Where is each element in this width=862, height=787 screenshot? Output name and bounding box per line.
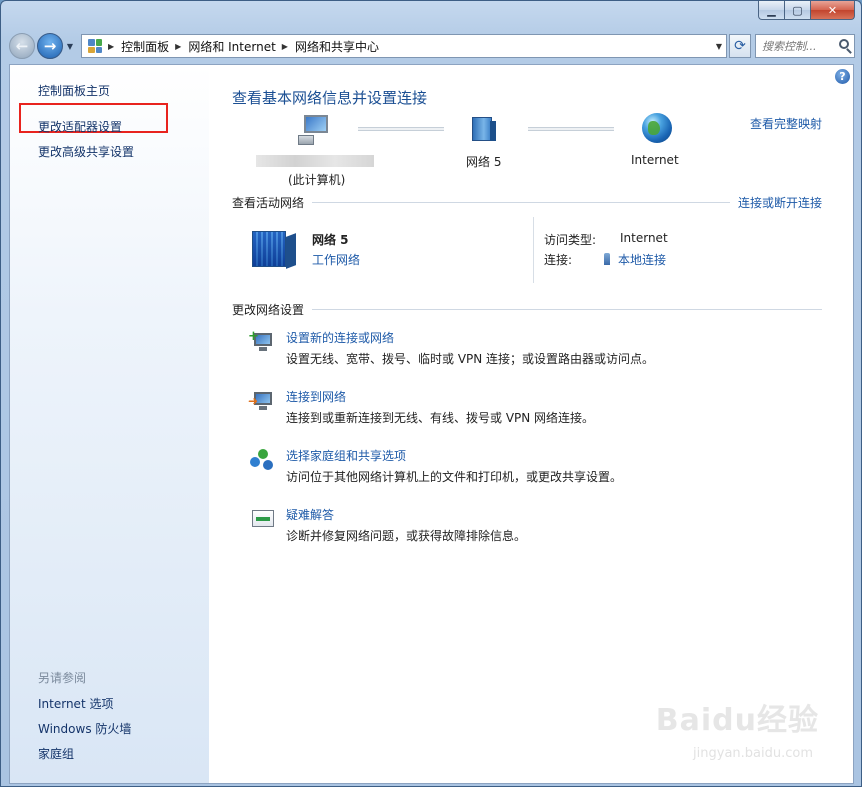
task-troubleshoot: 疑难解答 诊断并修复网络问题，或获得故障排除信息。 xyxy=(250,506,822,552)
refresh-button[interactable]: ⟳ xyxy=(729,34,751,58)
vertical-divider xyxy=(533,217,534,283)
help-button[interactable]: ? xyxy=(835,69,850,84)
arrow-right-icon: → xyxy=(43,37,57,55)
connection-value-group: 本地连接 xyxy=(604,251,666,268)
see-also-internet-options[interactable]: Internet 选项 xyxy=(38,695,113,712)
back-button[interactable]: ← xyxy=(9,33,35,59)
internet-label: Internet xyxy=(631,153,679,167)
control-panel-icon xyxy=(88,39,102,53)
computer-icon xyxy=(298,115,330,145)
see-also-windows-firewall[interactable]: Windows 防火墙 xyxy=(38,720,131,737)
divider xyxy=(312,202,730,203)
content-area: 控制面板主页 更改适配器设置 更改高级共享设置 另请参阅 Internet 选项… xyxy=(9,64,854,784)
active-networks-heading: 查看活动网络 连接或断开连接 xyxy=(232,194,822,211)
connect-network-icon: ➜ xyxy=(248,390,274,412)
network-building-icon xyxy=(252,227,296,269)
local-connection-link[interactable]: 本地连接 xyxy=(618,253,666,267)
watermark-logo: Baidu经验 xyxy=(655,703,819,738)
breadcrumb-network-sharing-center[interactable]: 网络和共享中心 xyxy=(295,38,379,55)
setup-new-connection-link[interactable]: 设置新的连接或网络 xyxy=(286,329,394,346)
connect-to-network-link[interactable]: 连接到网络 xyxy=(286,388,346,405)
homegroup-icon xyxy=(250,449,274,471)
connection-label: 连接: xyxy=(544,253,573,267)
search-box[interactable] xyxy=(755,34,855,58)
network-type-link[interactable]: 工作网络 xyxy=(312,251,360,268)
task-connect-to-network: ➜ 连接到网络 连接到或重新连接到无线、有线、拨号或 VPN 网络连接。 xyxy=(248,388,822,434)
close-button[interactable]: ✕ xyxy=(811,1,855,20)
caption-buttons: ▁ ▢ ✕ xyxy=(758,1,855,20)
computer-name-blurred xyxy=(256,155,374,167)
globe-icon xyxy=(642,113,672,143)
task-description: 设置无线、宽带、拨号、临时或 VPN 连接；或设置路由器或访问点。 xyxy=(286,352,655,366)
troubleshoot-icon xyxy=(250,508,274,530)
question-icon: ? xyxy=(839,70,846,83)
breadcrumb-control-panel[interactable]: 控制面板 xyxy=(121,38,169,55)
watermark-url: jingyan.baidu.com xyxy=(693,746,813,761)
network-icon xyxy=(468,115,498,143)
active-network-panel: 网络 5 工作网络 访问类型: Internet 连接: 本地连接 xyxy=(232,217,822,285)
search-input[interactable] xyxy=(762,39,832,53)
access-type-value: Internet xyxy=(620,231,668,245)
computer-label: (此计算机) xyxy=(288,173,346,187)
page-title: 查看基本网络信息并设置连接 xyxy=(232,89,428,107)
setup-connection-icon: + xyxy=(248,329,274,353)
task-description: 访问位于其他网络计算机上的文件和打印机，或更改共享设置。 xyxy=(286,470,623,484)
sidebar: 控制面板主页 更改适配器设置 更改高级共享设置 另请参阅 Internet 选项… xyxy=(10,65,209,783)
access-type-label: 访问类型: xyxy=(544,233,597,247)
refresh-icon: ⟳ xyxy=(734,38,746,54)
change-settings-title: 更改网络设置 xyxy=(232,303,305,317)
connect-disconnect-link[interactable]: 连接或断开连接 xyxy=(738,194,822,211)
homegroup-sharing-link[interactable]: 选择家庭组和共享选项 xyxy=(286,447,406,464)
breadcrumb-separator[interactable]: ▶ xyxy=(175,42,181,51)
breadcrumb-separator[interactable]: ▶ xyxy=(108,42,114,51)
view-full-map-link[interactable]: 查看完整映射 xyxy=(750,115,822,132)
navigation-bar: ← → ▼ ▶ 控制面板 ▶ 网络和 Internet ▶ 网络和共享中心 ▼ … xyxy=(9,31,855,61)
search-icon[interactable] xyxy=(839,39,849,49)
see-also-heading: 另请参阅 xyxy=(38,671,87,685)
active-networks-title: 查看活动网络 xyxy=(232,196,305,210)
task-setup-new-connection: + 设置新的连接或网络 设置无线、宽带、拨号、临时或 VPN 连接；或设置路由器… xyxy=(248,329,822,375)
troubleshoot-link[interactable]: 疑难解答 xyxy=(286,506,334,523)
network-map: (此计算机) 网络 5 Internet 查看完整映射 xyxy=(232,109,822,189)
sidebar-item-change-adapter-settings[interactable]: 更改适配器设置 xyxy=(38,118,122,135)
change-settings-heading: 更改网络设置 xyxy=(232,301,822,318)
task-description: 连接到或重新连接到无线、有线、拨号或 VPN 网络连接。 xyxy=(286,411,595,425)
arrow-left-icon: ← xyxy=(15,37,29,55)
maximize-button[interactable]: ▢ xyxy=(785,1,811,20)
breadcrumb-network-internet[interactable]: 网络和 Internet xyxy=(188,38,275,55)
network-label: 网络 5 xyxy=(466,155,502,169)
forward-button[interactable]: → xyxy=(37,33,63,59)
task-homegroup-sharing: 选择家庭组和共享选项 访问位于其他网络计算机上的文件和打印机，或更改共享设置。 xyxy=(250,447,822,493)
minimize-button[interactable]: ▁ xyxy=(758,1,785,20)
main-panel: 查看基本网络信息并设置连接 (此计算机) 网络 5 Internet 查看完整映… xyxy=(232,65,822,783)
recent-pages-dropdown[interactable]: ▼ xyxy=(64,42,76,51)
ethernet-plug-icon xyxy=(604,253,610,265)
divider xyxy=(312,309,822,310)
map-connection-line xyxy=(358,127,444,131)
address-bar[interactable]: ▶ 控制面板 ▶ 网络和 Internet ▶ 网络和共享中心 ▼ xyxy=(81,34,727,58)
task-description: 诊断并修复网络问题，或获得故障排除信息。 xyxy=(286,529,527,543)
map-connection-line xyxy=(528,127,614,131)
window: ▁ ▢ ✕ ← → ▼ ▶ 控制面板 ▶ 网络和 Internet ▶ 网络和共… xyxy=(0,0,862,787)
address-dropdown[interactable]: ▼ xyxy=(716,42,722,51)
network-name: 网络 5 xyxy=(312,233,349,247)
breadcrumb-separator[interactable]: ▶ xyxy=(282,42,288,51)
sidebar-item-control-panel-home[interactable]: 控制面板主页 xyxy=(38,82,110,99)
see-also-homegroup[interactable]: 家庭组 xyxy=(38,745,74,762)
sidebar-item-advanced-sharing-settings[interactable]: 更改高级共享设置 xyxy=(38,143,134,160)
